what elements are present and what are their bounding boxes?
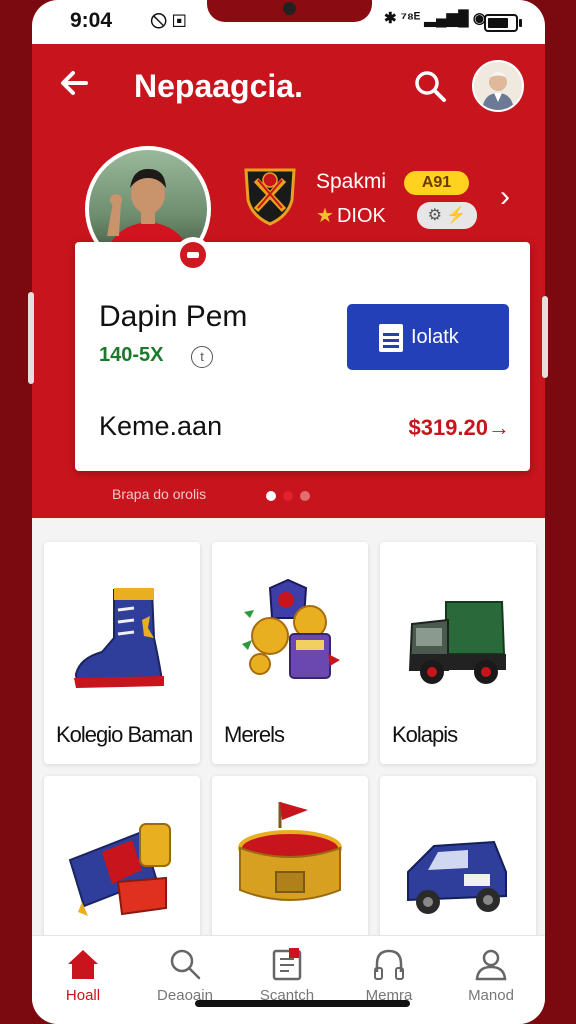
card-title: Dapin Pem <box>99 300 248 333</box>
search-icon <box>170 949 201 980</box>
category-tile-1[interactable]: Kolegio Baman <box>44 542 200 764</box>
home-icon <box>68 950 98 979</box>
category-tile-3[interactable]: Kolapis <box>380 542 536 764</box>
shield-crest-icon <box>244 168 296 226</box>
player-badge-icon <box>175 237 211 273</box>
nav-label-home: Hoall <box>65 987 101 1004</box>
collectibles-icon <box>242 578 340 679</box>
tile-label-3: Kolapis <box>392 722 458 747</box>
nav-item-home[interactable]: Hoall <box>32 936 134 1024</box>
nav-item-discover[interactable]: Deaoain <box>134 936 236 1024</box>
notification-icons: 🛇 ▣ <box>150 12 187 31</box>
star-icon: ★ <box>316 205 334 227</box>
player-name: Spakmi <box>316 170 387 193</box>
camera-icon <box>283 2 296 15</box>
car-icon <box>407 840 507 914</box>
status-time: 9:04 <box>70 9 113 32</box>
arrow-left-icon <box>61 71 88 95</box>
info-icon[interactable]: t <box>191 346 213 368</box>
user-avatar[interactable] <box>472 60 524 112</box>
summary-card: Dapin Pem 140-5X t Iolatk Keme.aan $319.… <box>75 242 530 471</box>
tile-label-1: Kolegio Baman <box>56 722 193 747</box>
side-handle-left <box>28 292 34 384</box>
carousel-hint: Brapa do orolis <box>112 486 207 502</box>
nav-item-profile[interactable]: Manod <box>440 936 542 1024</box>
back-arrow-icon[interactable] <box>56 64 94 110</box>
avatar-person-icon <box>474 62 522 110</box>
nav-item-scan[interactable]: Scantch <box>236 936 338 1024</box>
side-handle-right <box>542 296 548 378</box>
nav-item-media[interactable]: Memra <box>338 936 440 1024</box>
carousel-dot-2[interactable] <box>283 491 293 501</box>
action-button-label: Iolatk <box>411 326 459 348</box>
phone-screen: 9:04 🛇 ▣ ✱ ⁷⁸ᴱ ▂▄▆█ ◉ Nepaagcia. Spakmi … <box>32 0 545 1024</box>
settings-pill-button[interactable]: ⚙ ⚡ <box>417 202 477 229</box>
team-code: ★ DIOK <box>316 203 386 228</box>
boot-icon <box>74 588 164 688</box>
team-code-label: DIOK <box>336 205 386 227</box>
scarf-icon <box>68 823 171 916</box>
bottom-navigation: Hoall Deaoain Scantch Memra Manod <box>32 935 545 1024</box>
document-action-button[interactable]: Iolatk <box>347 304 509 370</box>
scan-icon <box>272 948 302 981</box>
drum-icon <box>238 802 342 901</box>
tile-label-2: Merels <box>224 722 285 747</box>
badge-inner <box>180 242 206 268</box>
search-button[interactable] <box>410 66 450 106</box>
document-icon <box>379 324 403 352</box>
card-amount-link[interactable]: $319.20→ <box>408 415 510 441</box>
search-icon <box>415 71 446 102</box>
home-indicator[interactable] <box>195 1000 410 1007</box>
page-title: Nepaagcia. <box>134 68 303 104</box>
battery-icon <box>484 14 522 32</box>
carousel-dots <box>266 488 317 506</box>
profile-icon <box>475 949 507 981</box>
app-bar: Nepaagcia. <box>32 44 545 128</box>
battery-tip <box>519 19 522 27</box>
headphones-icon <box>374 949 404 980</box>
carousel-dot-3[interactable] <box>300 491 310 501</box>
status-bar: 9:04 🛇 ▣ ✱ ⁷⁸ᴱ ▂▄▆█ ◉ <box>32 0 545 44</box>
truck-icon <box>408 601 506 684</box>
category-tile-2[interactable]: Merels <box>212 542 368 764</box>
card-stat: 140-5X <box>99 344 164 366</box>
club-crest-icon[interactable] <box>242 164 298 226</box>
nav-label-profile: Manod <box>468 987 514 1004</box>
chevron-right-icon[interactable]: › <box>500 180 510 214</box>
battery-fill <box>488 18 508 28</box>
card-subtitle: Keme.aan <box>99 411 223 441</box>
signal-wifi-icons: ✱ ⁷⁸ᴱ ▂▄▆█ ◉ <box>384 10 487 27</box>
rating-badge: A91 <box>404 171 469 195</box>
carousel-dot-1[interactable] <box>266 491 276 501</box>
camera-notch <box>207 0 372 22</box>
